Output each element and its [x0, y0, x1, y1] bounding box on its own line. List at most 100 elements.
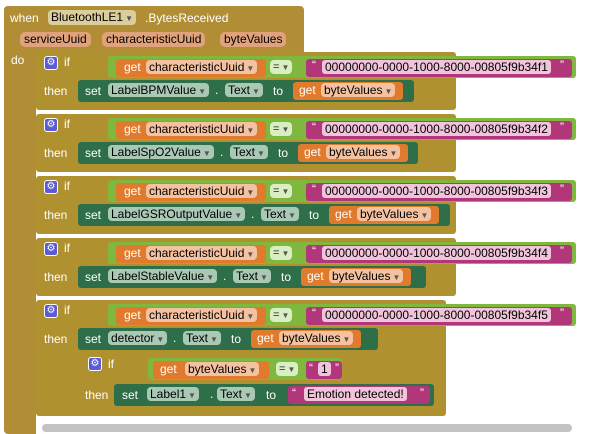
dropdown-arrow-icon: ▼: [198, 87, 207, 96]
eq: =: [273, 61, 280, 73]
gear-icon[interactable]: ⚙: [44, 242, 58, 256]
nested-compare-value[interactable]: 1: [318, 362, 331, 376]
then-label: then: [44, 270, 68, 284]
dot-separator: .: [223, 269, 227, 283]
eq: =: [273, 309, 280, 321]
dropdown-arrow-icon: ▼: [287, 365, 296, 374]
param-serviceUuid[interactable]: serviceUuid: [20, 32, 91, 47]
get-var-dropdown[interactable]: characteristicUuid ▼: [146, 308, 258, 322]
open-quote-icon: “: [312, 182, 316, 196]
eq-dropdown[interactable]: = ▼: [270, 60, 293, 74]
set-prop: Text: [228, 83, 251, 97]
dropdown-arrow-icon: ▼: [281, 63, 290, 72]
nested-get-var: byteValues: [188, 362, 247, 376]
param-characteristicUuid[interactable]: characteristicUuid: [102, 32, 206, 47]
value-var: byteValues: [282, 331, 341, 345]
dot-separator: .: [173, 331, 177, 345]
dropdown-arrow-icon: ▼: [206, 273, 215, 282]
dropdown-arrow-icon: ▼: [281, 249, 290, 258]
value-var-dropdown[interactable]: byteValues ▼: [357, 207, 432, 221]
set-target: LabelGSROutputValue: [111, 207, 233, 221]
component-dropdown[interactable]: BluetoothLE1 ▼: [48, 10, 136, 25]
get-label: get: [124, 60, 141, 74]
set-target: LabelStableValue: [111, 269, 205, 283]
dropdown-arrow-icon: ▼: [125, 14, 133, 23]
set-prop-dropdown[interactable]: Text ▼: [225, 83, 263, 97]
dropdown-arrow-icon: ▼: [246, 126, 255, 135]
component-name: BluetoothLE1: [51, 10, 124, 24]
uuid-value[interactable]: 00000000-0000-1000-8000-00805f9b34f4: [322, 246, 551, 260]
nested-get-label: get: [160, 362, 177, 376]
dropdown-arrow-icon: ▼: [288, 211, 296, 220]
open-quote-icon: “: [312, 58, 316, 72]
set-label: set: [85, 208, 102, 222]
close-quote-icon: ”: [560, 120, 564, 134]
eq-dropdown[interactable]: = ▼: [270, 122, 293, 136]
set-prop-dropdown[interactable]: Text ▼: [233, 269, 271, 283]
get-var: characteristicUuid: [149, 308, 245, 322]
dropdown-arrow-icon: ▼: [246, 250, 255, 259]
nested-message[interactable]: Emotion detected!: [304, 387, 407, 401]
dropdown-arrow-icon: ▼: [281, 311, 290, 320]
value-var-dropdown[interactable]: byteValues ▼: [329, 269, 404, 283]
dropdown-arrow-icon: ▼: [248, 366, 257, 375]
set-target: LabelBPMValue: [111, 83, 197, 97]
get-var-dropdown[interactable]: characteristicUuid ▼: [146, 122, 258, 136]
dropdown-arrow-icon: ▼: [188, 391, 196, 400]
eq-dropdown[interactable]: = ▼: [270, 184, 293, 198]
set-label: set: [85, 146, 102, 160]
set-target-dropdown[interactable]: LabelGSROutputValue ▼: [108, 207, 246, 221]
uuid-value[interactable]: 00000000-0000-1000-8000-00805f9b34f5: [322, 308, 551, 322]
get-label: get: [257, 331, 274, 345]
value-var: byteValues: [329, 145, 388, 159]
then-label: then: [44, 208, 68, 222]
open-quote-icon: “: [309, 361, 313, 375]
set-target-dropdown[interactable]: LabelSpO2Value ▼: [108, 145, 214, 159]
event-name: .BytesReceived: [145, 11, 229, 25]
value-var-dropdown[interactable]: byteValues ▼: [326, 145, 401, 159]
set-target: detector: [111, 331, 155, 345]
nested-prop-dropdown[interactable]: Text ▼: [217, 387, 255, 401]
gear-icon[interactable]: ⚙: [88, 357, 102, 371]
get-label: get: [124, 308, 141, 322]
dropdown-arrow-icon: ▼: [246, 188, 255, 197]
dot-separator: .: [215, 83, 219, 97]
set-target-dropdown[interactable]: LabelStableValue ▼: [108, 269, 218, 283]
nested-set-label: set: [122, 388, 139, 402]
uuid-value[interactable]: 00000000-0000-1000-8000-00805f9b34f1: [322, 60, 551, 74]
get-var: characteristicUuid: [149, 60, 245, 74]
uuid-value[interactable]: 00000000-0000-1000-8000-00805f9b34f3: [322, 184, 551, 198]
set-target-dropdown[interactable]: LabelBPMValue ▼: [108, 83, 210, 97]
get-label: get: [299, 83, 316, 97]
value-var-dropdown[interactable]: byteValues ▼: [279, 331, 354, 345]
set-label: set: [85, 84, 102, 98]
eq-dropdown[interactable]: = ▼: [270, 308, 293, 322]
set-prop-dropdown[interactable]: Text ▼: [261, 207, 299, 221]
set-prop-dropdown[interactable]: Text ▼: [230, 145, 268, 159]
nested-then-label: then: [85, 388, 109, 402]
gear-icon[interactable]: ⚙: [44, 304, 58, 318]
gear-icon[interactable]: ⚙: [44, 56, 58, 70]
nested-get-dropdown[interactable]: byteValues ▼: [185, 362, 260, 376]
set-prop-dropdown[interactable]: Text ▼: [183, 331, 221, 345]
get-var-dropdown[interactable]: characteristicUuid ▼: [146, 246, 258, 260]
nested-eq-dropdown[interactable]: = ▼: [276, 362, 299, 376]
to-label: to: [278, 146, 289, 160]
open-quote-icon: “: [312, 120, 316, 134]
get-var-dropdown[interactable]: characteristicUuid ▼: [146, 60, 258, 74]
eq-dropdown[interactable]: = ▼: [270, 246, 293, 260]
set-prop: Text: [264, 207, 287, 221]
gear-icon[interactable]: ⚙: [44, 118, 58, 132]
uuid-value[interactable]: 00000000-0000-1000-8000-00805f9b34f2: [322, 122, 551, 136]
horizontal-scrollbar[interactable]: [42, 424, 572, 432]
gear-icon[interactable]: ⚙: [44, 180, 58, 194]
eq: =: [273, 247, 280, 259]
get-var-dropdown[interactable]: characteristicUuid ▼: [146, 184, 258, 198]
nested-target-dropdown[interactable]: Label1 ▼: [147, 387, 199, 401]
get-label: get: [124, 246, 141, 260]
nested-dot: .: [210, 387, 214, 401]
param-byteValues[interactable]: byteValues: [220, 32, 287, 47]
set-target-dropdown[interactable]: detector ▼: [108, 331, 168, 345]
set-label: set: [85, 332, 102, 346]
value-var-dropdown[interactable]: byteValues ▼: [321, 83, 396, 97]
